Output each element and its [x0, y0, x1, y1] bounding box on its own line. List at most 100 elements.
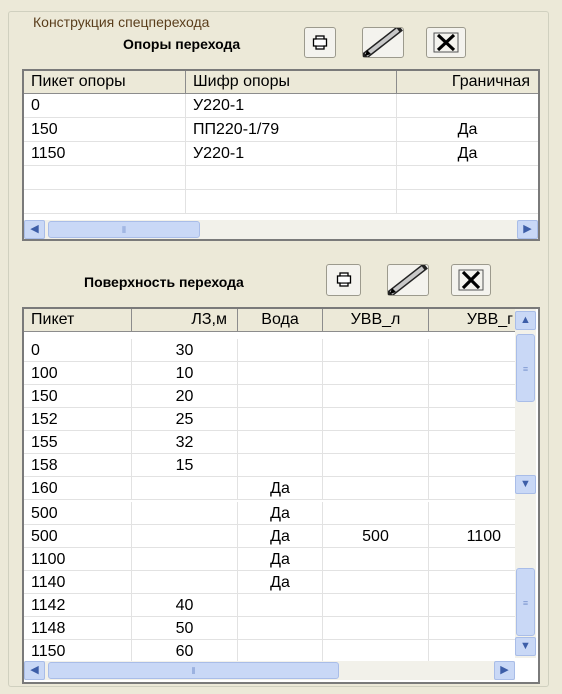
column-header-uvv-g[interactable]: УВВ_г	[429, 309, 515, 331]
table-cell[interactable]: 25	[132, 408, 238, 431]
table-cell[interactable]: Да	[238, 548, 323, 571]
table-row[interactable]: 160 Да	[24, 477, 515, 500]
surface-edit-button[interactable]	[387, 264, 429, 296]
table-row[interactable]: 158 15	[24, 454, 515, 477]
table-cell[interactable]: 150	[24, 385, 132, 408]
table-row[interactable]: 150 20	[24, 385, 515, 408]
table-cell[interactable]: 60	[132, 640, 238, 663]
column-header-water[interactable]: Вода	[238, 309, 323, 331]
table-row[interactable]: 0 30	[24, 339, 515, 362]
supports-table[interactable]: Пикет опоры Шифр опоры Граничная 0 У220-1…	[22, 69, 540, 241]
table-cell[interactable]	[429, 454, 515, 477]
vscroll-thumb-top[interactable]: ≡	[516, 334, 535, 402]
vscroll-thumb-bottom[interactable]: ≡	[516, 568, 535, 636]
arrow-down-icon[interactable]: ▼	[515, 475, 536, 494]
table-cell[interactable]: 30	[132, 339, 238, 362]
table-cell[interactable]: 1142	[24, 594, 132, 617]
table-cell[interactable]: 160	[24, 477, 132, 500]
table-cell[interactable]	[323, 502, 429, 525]
table-row[interactable]: 1100 Да	[24, 548, 515, 571]
table-cell[interactable]	[323, 408, 429, 431]
table-cell[interactable]: Да	[238, 525, 323, 548]
supports-edit-button[interactable]	[362, 27, 404, 58]
table-cell[interactable]	[238, 594, 323, 617]
arrow-right-icon[interactable]: ▶	[517, 220, 538, 239]
table-row[interactable]: 1150 У220-1 Да	[24, 142, 538, 166]
table-cell[interactable]: Да	[238, 502, 323, 525]
table-cell[interactable]	[429, 339, 515, 362]
table-cell[interactable]	[323, 454, 429, 477]
table-cell[interactable]: Да	[397, 118, 538, 142]
table-cell[interactable]: 100	[24, 362, 132, 385]
table-row[interactable]: 1142 40	[24, 594, 515, 617]
table-row[interactable]: 1140 Да	[24, 571, 515, 594]
table-row[interactable]: 152 25	[24, 408, 515, 431]
table-row[interactable]: 150 ПП220-1/79 Да	[24, 118, 538, 142]
table-cell[interactable]	[238, 362, 323, 385]
table-cell[interactable]	[132, 548, 238, 571]
table-cell[interactable]: 0	[24, 94, 186, 118]
supports-hscroll-thumb[interactable]: ⦀	[48, 221, 200, 238]
table-cell[interactable]	[238, 408, 323, 431]
table-row[interactable]: 0 У220-1	[24, 94, 538, 118]
table-cell[interactable]: 15	[132, 454, 238, 477]
table-cell[interactable]	[429, 502, 515, 525]
table-cell[interactable]	[238, 385, 323, 408]
surface-delete-button[interactable]	[451, 264, 491, 296]
table-cell[interactable]: 152	[24, 408, 132, 431]
table-cell[interactable]	[132, 525, 238, 548]
table-cell[interactable]	[323, 617, 429, 640]
table-row[interactable]: 1148 50	[24, 617, 515, 640]
table-cell[interactable]: 0	[24, 339, 132, 362]
column-header-uvv-l[interactable]: УВВ_л	[323, 309, 429, 331]
table-cell[interactable]: 20	[132, 385, 238, 408]
column-header-picket[interactable]: Пикет	[24, 309, 132, 331]
arrow-left-icon[interactable]: ◀	[24, 661, 45, 680]
supports-delete-button[interactable]	[426, 27, 466, 58]
table-cell[interactable]: 1100	[429, 525, 515, 548]
surface-hscroll-thumb[interactable]: ⦀	[48, 662, 339, 679]
table-cell[interactable]	[429, 408, 515, 431]
table-cell[interactable]	[323, 362, 429, 385]
table-cell[interactable]	[132, 477, 238, 500]
table-cell[interactable]: 32	[132, 431, 238, 454]
table-cell[interactable]: У220-1	[186, 94, 397, 118]
table-cell[interactable]	[429, 385, 515, 408]
table-cell[interactable]: 50	[132, 617, 238, 640]
table-cell[interactable]: 10	[132, 362, 238, 385]
table-cell[interactable]: 40	[132, 594, 238, 617]
table-cell[interactable]	[323, 548, 429, 571]
table-cell[interactable]	[429, 640, 515, 663]
table-cell[interactable]	[429, 548, 515, 571]
table-cell[interactable]: 155	[24, 431, 132, 454]
table-cell[interactable]	[323, 431, 429, 454]
table-cell[interactable]	[238, 454, 323, 477]
table-cell[interactable]	[429, 477, 515, 500]
table-cell[interactable]	[132, 571, 238, 594]
table-cell[interactable]	[429, 571, 515, 594]
table-row[interactable]: 100 10	[24, 362, 515, 385]
column-header-picket-support[interactable]: Пикет опоры	[24, 71, 186, 93]
table-cell[interactable]	[238, 640, 323, 663]
table-row[interactable]: 500 Да 500 1100	[24, 525, 515, 548]
table-cell[interactable]	[323, 594, 429, 617]
table-cell[interactable]: 1100	[24, 548, 132, 571]
table-cell[interactable]	[429, 431, 515, 454]
table-cell[interactable]	[429, 617, 515, 640]
table-cell[interactable]: Да	[238, 571, 323, 594]
table-cell[interactable]	[238, 431, 323, 454]
table-cell[interactable]	[238, 617, 323, 640]
supports-hscrollbar[interactable]: ◀ ⦀ ▶	[24, 220, 538, 239]
table-cell[interactable]: 1150	[24, 640, 132, 663]
surface-vscrollbar-bottom[interactable]: ≡ ▼	[515, 498, 536, 658]
table-row[interactable]: 500 Да	[24, 502, 515, 525]
table-cell[interactable]: Да	[397, 142, 538, 166]
table-row[interactable]: 1150 60	[24, 640, 515, 663]
table-cell[interactable]: У220-1	[186, 142, 397, 166]
surface-hscrollbar[interactable]: ◀ ⦀ ▶	[24, 661, 515, 680]
table-row[interactable]: 155 32	[24, 431, 515, 454]
table-cell[interactable]	[429, 594, 515, 617]
table-cell[interactable]: 1150	[24, 142, 186, 166]
table-cell[interactable]: 500	[24, 502, 132, 525]
table-cell[interactable]	[323, 477, 429, 500]
